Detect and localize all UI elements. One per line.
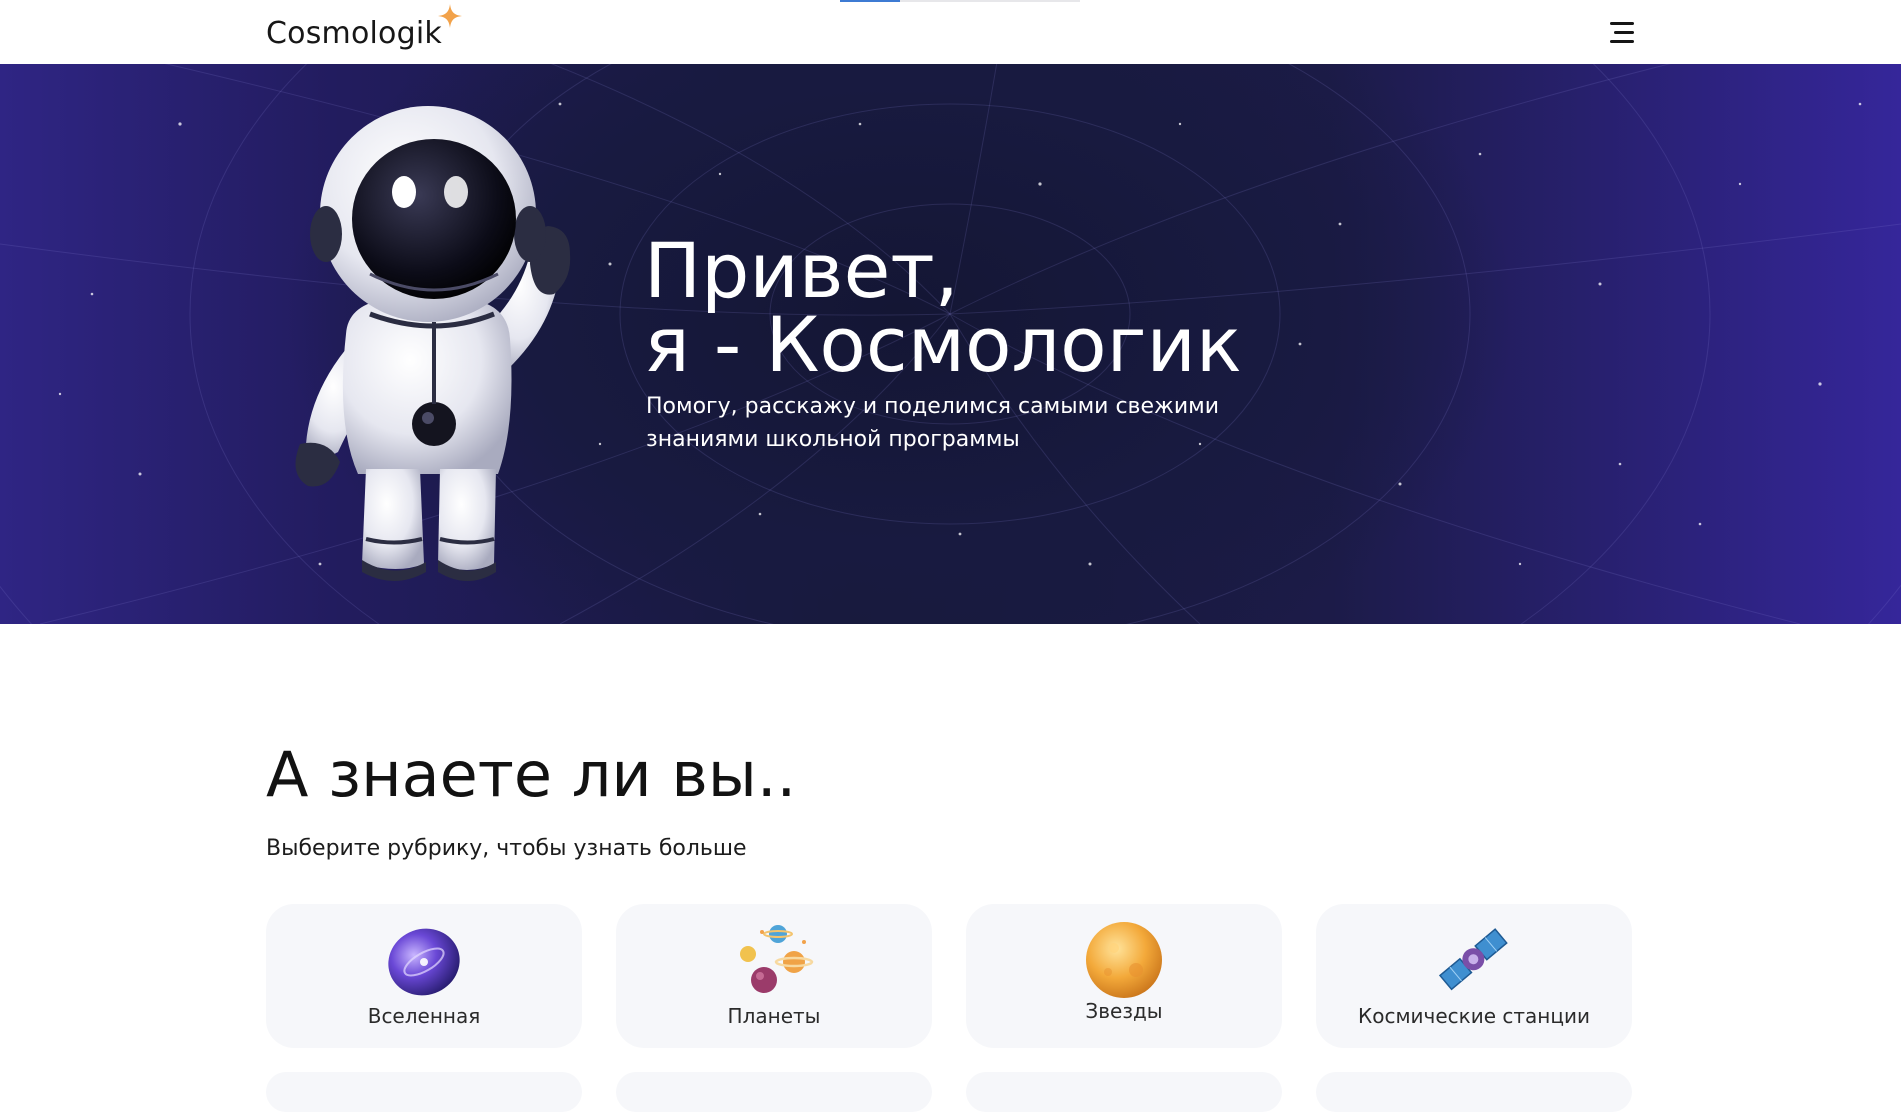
logo-text: Cosmologik bbox=[266, 15, 442, 51]
category-card-planets[interactable]: Планеты bbox=[616, 904, 932, 1048]
category-card-next-row[interactable] bbox=[266, 1072, 582, 1112]
section-title: А знаете ли вы.. bbox=[266, 738, 797, 811]
category-label: Звезды bbox=[1085, 999, 1163, 1023]
site-header: Cosmologik bbox=[0, 0, 1901, 64]
hero-banner: Привет, я - Космологик Помогу, расскажу … bbox=[0, 64, 1901, 624]
category-label: Вселенная bbox=[367, 1004, 481, 1028]
hamburger-menu-icon bbox=[1610, 39, 1634, 43]
category-card-next-row[interactable] bbox=[966, 1072, 1282, 1112]
hamburger-menu-icon bbox=[1614, 30, 1634, 34]
section-subtitle: Выберите рубрику, чтобы узнать больше bbox=[266, 836, 747, 861]
category-card-next-row[interactable] bbox=[1316, 1072, 1632, 1112]
galaxy-icon bbox=[388, 928, 460, 996]
hamburger-menu-icon bbox=[1610, 21, 1634, 25]
star-sun-icon bbox=[1086, 922, 1162, 998]
category-label: Космические станции bbox=[1358, 1004, 1590, 1028]
hero-subtitle-line-1: Помогу, расскажу и поделимся самыми свеж… bbox=[646, 394, 1220, 419]
category-card-universe[interactable]: Вселенная bbox=[266, 904, 582, 1048]
space-station-icon bbox=[1438, 928, 1508, 991]
category-cards: Вселенная Планеты Звезды Космические ста… bbox=[266, 904, 1636, 1112]
scroll-progress-fill bbox=[840, 0, 900, 2]
scroll-progress-bar bbox=[840, 0, 1080, 2]
category-card-next-row[interactable] bbox=[616, 1072, 932, 1112]
planets-icon bbox=[740, 925, 814, 993]
astronaut-illustration bbox=[295, 106, 571, 581]
hero-subtitle: Помогу, расскажу и поделимся самыми свеж… bbox=[646, 390, 1266, 456]
menu-button[interactable] bbox=[1604, 18, 1634, 46]
hero-subtitle-line-2: знаниями школьной программы bbox=[646, 427, 1020, 452]
category-card-stars[interactable]: Звезды bbox=[966, 904, 1282, 1048]
sparkle-star-icon bbox=[438, 4, 462, 28]
category-label: Планеты bbox=[727, 1004, 821, 1028]
logo-link[interactable]: Cosmologik bbox=[266, 4, 462, 58]
hero-title-line-1: Привет, bbox=[644, 226, 959, 315]
hero-title: Привет, я - Космологик bbox=[644, 226, 1344, 389]
category-card-space-stations[interactable]: Космические станции bbox=[1316, 904, 1632, 1048]
hero-title-line-2: я - Космологик bbox=[644, 300, 1242, 389]
